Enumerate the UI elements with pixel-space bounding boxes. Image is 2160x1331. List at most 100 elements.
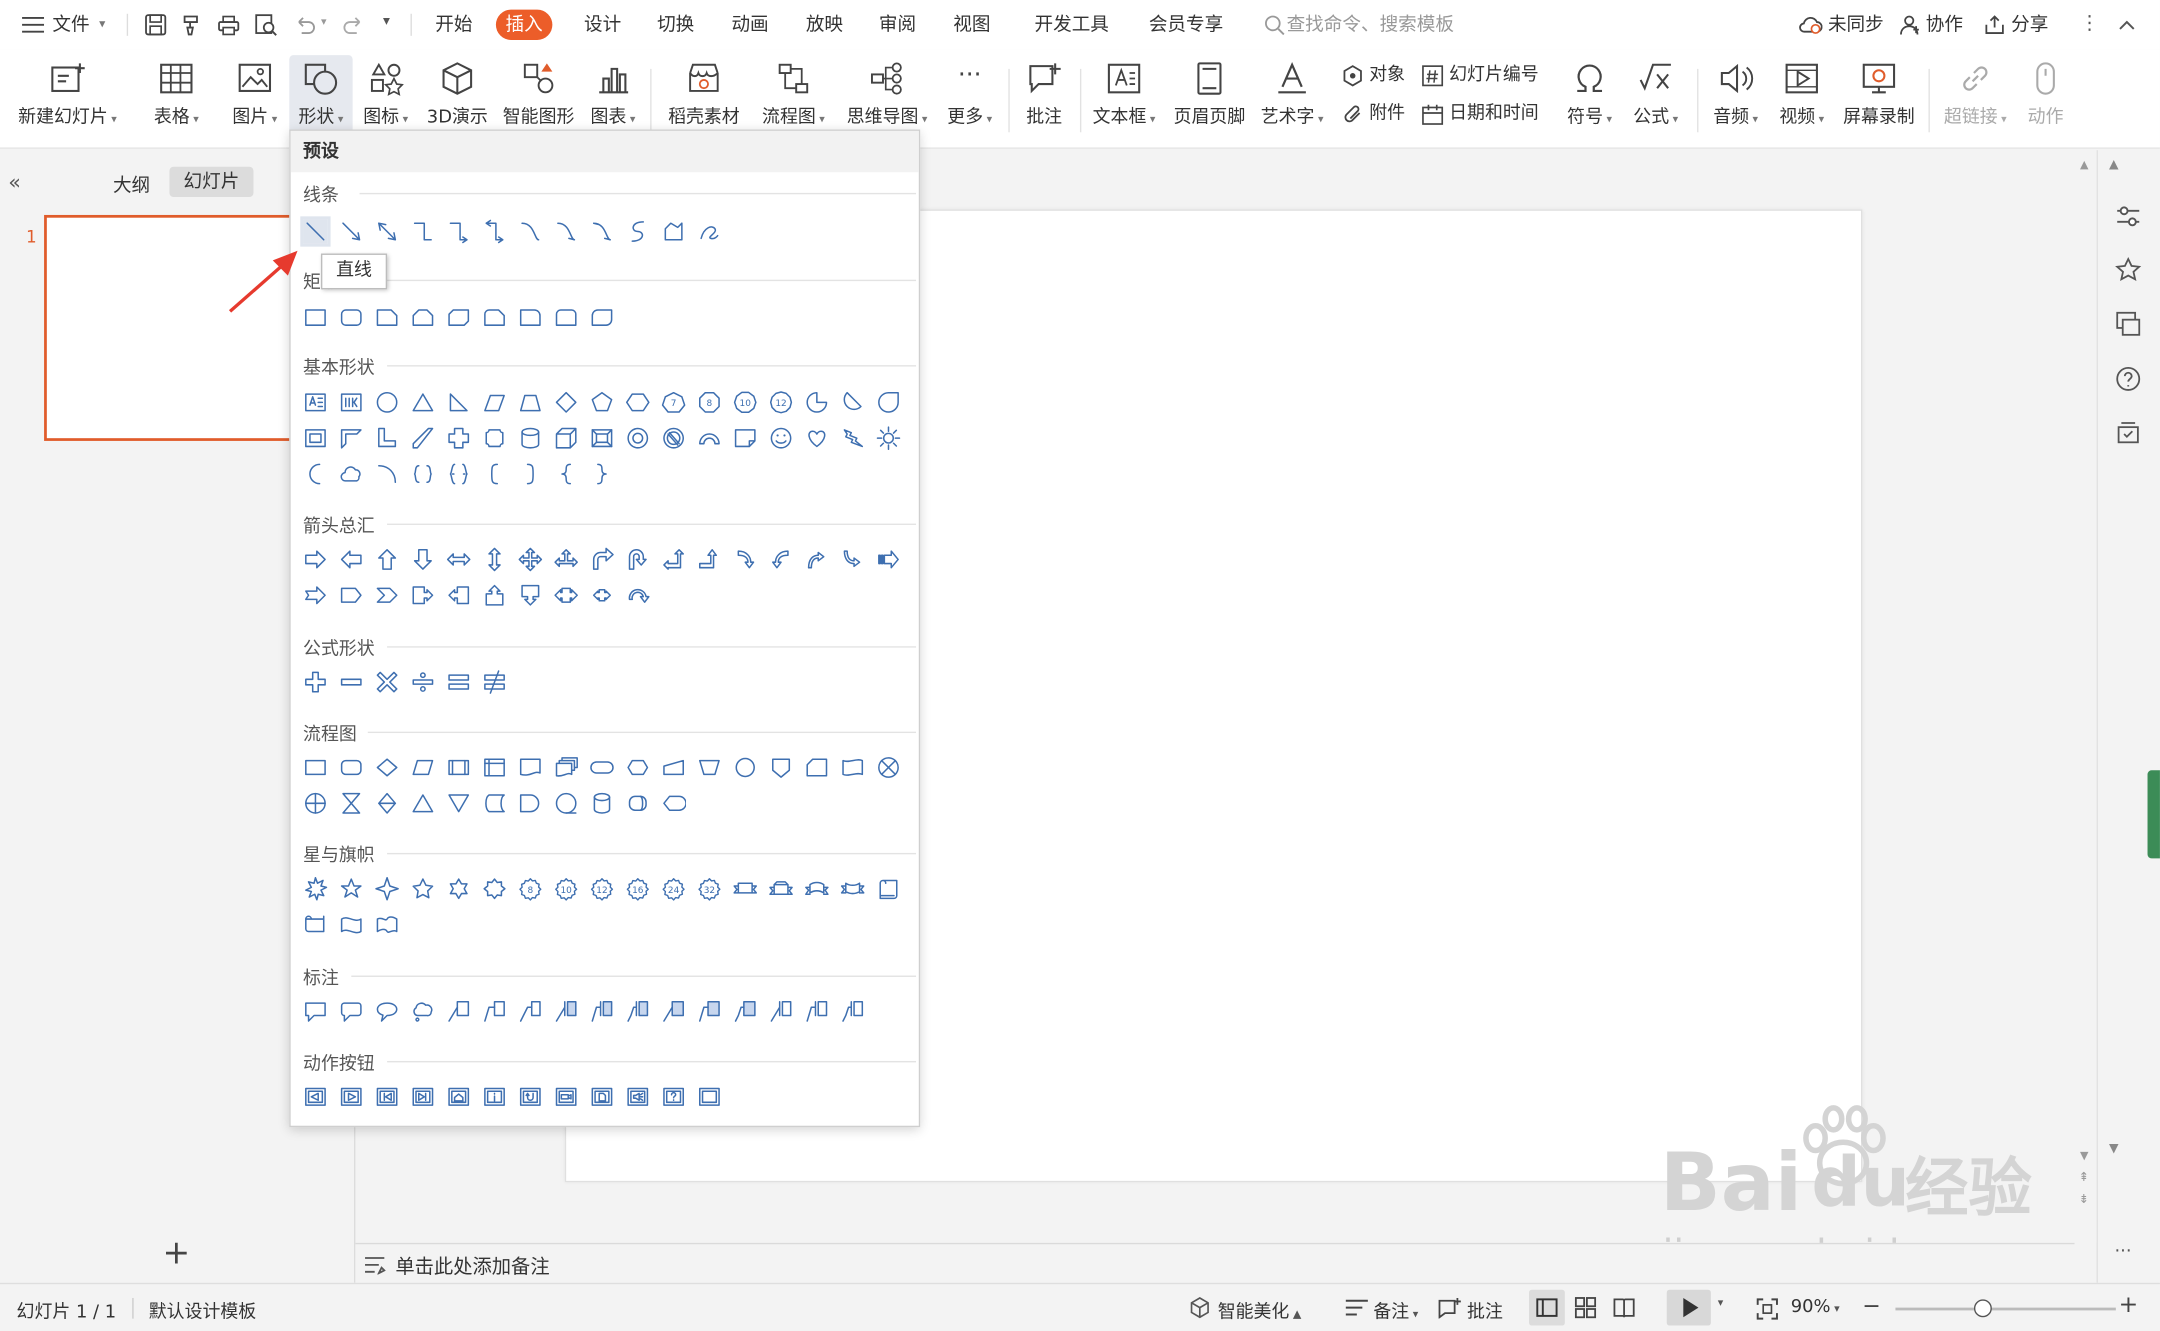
new-slide-button[interactable]: 新建幻灯片 ▾ [11,55,124,140]
shape-flow-manual-operation[interactable] [697,755,722,780]
shape-flow-document[interactable] [518,755,543,780]
tab-home[interactable]: 开始 [435,0,472,50]
shape-decagon[interactable]: 10 [733,390,758,415]
shape-pentagon-arrow[interactable] [339,583,364,608]
print-icon[interactable] [216,12,241,37]
shape-striped-right-arrow[interactable] [876,547,901,572]
shape-hexagon[interactable] [625,390,650,415]
shape-oval[interactable] [375,390,400,415]
zoom-slider-thumb[interactable] [1973,1299,1992,1318]
flowchart-button[interactable]: 流程图 ▾ [755,55,832,140]
more-options-icon[interactable]: ⋮ [2080,12,2099,34]
shape-flow-multidocument[interactable] [554,755,579,780]
shape-right-brace[interactable] [590,462,615,487]
shape-right-bracket[interactable] [518,462,543,487]
shape-star-12[interactable]: 12 [590,876,615,901]
shape-flow-connector[interactable] [733,755,758,780]
shape-multiply[interactable] [375,670,400,695]
shape-curved-double-arrow-connector[interactable] [590,219,615,244]
shape-button[interactable]: 形状 ▾ [289,55,353,141]
shape-block-arc[interactable] [697,426,722,451]
shape-line[interactable] [300,216,331,247]
shape-octagon[interactable]: 8 [697,390,722,415]
audio-button[interactable]: 音频 ▾ [1705,55,1766,140]
tab-slideshow[interactable]: 放映 [806,0,843,50]
tab-insert[interactable]: 插入 [495,9,553,40]
shape-teardrop[interactable] [876,390,901,415]
share-button[interactable]: 分享 [2011,0,2048,50]
shape-oval-callout[interactable] [375,999,400,1024]
shape-border-callout-2[interactable] [697,999,722,1024]
shape-scribble[interactable] [697,219,722,244]
shape-flow-manual-input[interactable] [661,755,686,780]
3d-demo-button[interactable]: 3D演示 [422,55,494,140]
shape-up-down-arrow[interactable] [482,547,507,572]
shape-star-6[interactable] [446,876,471,901]
shape-plaque[interactable] [482,426,507,451]
sync-status[interactable]: 未同步 [1828,0,1884,50]
shape-flow-sequential-access[interactable] [554,791,579,816]
chevron-down-icon[interactable]: ▾ [321,15,327,27]
shape-dodecagon[interactable]: 12 [769,390,794,415]
command-search-input[interactable]: 查找命令、搜索模板 [1287,0,1454,50]
notes-toggle[interactable]: 备注 ▾ [1373,1297,1418,1323]
redo-icon[interactable] [342,12,367,37]
shape-action-movie[interactable] [554,1084,579,1109]
shape-ribbon-down[interactable] [733,876,758,901]
shape-ribbon-up[interactable] [769,876,794,901]
shape-horizontal-scroll[interactable] [303,912,328,937]
shape-heptagon[interactable]: 7 [661,390,686,415]
comment-button[interactable]: 批注 [1017,55,1072,140]
shape-flow-alternate-process[interactable] [339,755,364,780]
shape-left-up-arrow[interactable] [661,547,686,572]
shape-frame[interactable] [303,426,328,451]
scroll-down-icon[interactable]: ▼ [2109,1142,2119,1156]
collapse-ribbon-icon[interactable] [2116,14,2138,36]
shape-parallelogram[interactable] [482,390,507,415]
prev-slide-icon[interactable]: ⇞ [2079,1171,2089,1185]
shape-text-box[interactable] [303,390,328,415]
daoke-material-button[interactable]: 稻壳素材 [661,55,746,140]
shape-no-symbol[interactable] [661,426,686,451]
zoom-slider-track[interactable] [1895,1307,2116,1311]
customize-toolbar-icon[interactable]: ▾ [383,14,390,29]
print-preview-icon[interactable] [253,12,278,37]
shape-accent-border-callout-2[interactable] [804,999,829,1024]
scroll-up-icon[interactable]: ▲ [2080,158,2088,170]
shape-accent-border-callout-1[interactable] [769,999,794,1024]
shape-star-5[interactable] [410,876,435,901]
shape-right-arrow[interactable] [303,547,328,572]
play-slideshow-button[interactable] [1666,1289,1711,1326]
shape-moon[interactable] [303,462,328,487]
shape-accent-border-callout-3[interactable] [840,999,865,1024]
shape-flow-terminator[interactable] [590,755,615,780]
shape-snip-single-corner[interactable] [375,305,400,330]
shape-star-7[interactable] [482,876,507,901]
shape-sun[interactable] [876,426,901,451]
shape-star-32[interactable]: 32 [697,876,722,901]
shape-flow-punched-tape[interactable] [840,755,865,780]
collapse-panel-icon[interactable]: « [8,169,21,194]
shape-flow-summing-junction[interactable] [876,755,901,780]
textbox-button[interactable]: 文本框 ▾ [1088,55,1160,140]
collab-button[interactable]: 协作 [1926,0,1963,50]
shape-diamond[interactable] [554,390,579,415]
shape-border-callout-1[interactable] [661,999,686,1024]
shape-isosceles-triangle[interactable] [410,390,435,415]
shape-lightning-bolt[interactable] [840,426,865,451]
tab-animations[interactable]: 动画 [731,0,768,50]
shape-equal[interactable] [446,670,471,695]
fit-window-icon[interactable] [1755,1297,1780,1322]
tab-view[interactable]: 视图 [953,0,990,50]
shape-curved-right-arrow[interactable] [733,547,758,572]
shape-regular-pentagon[interactable] [590,390,615,415]
shape-left-right-up-arrow[interactable] [554,547,579,572]
hyperlink-button[interactable]: 超链接 ▾ [1937,55,2014,140]
shape-flow-collate[interactable] [339,791,364,816]
shape-flow-predefined-process[interactable] [446,755,471,780]
shape-left-right-arrow[interactable] [446,547,471,572]
shape-cloud-callout[interactable] [410,999,435,1024]
shape-left-bracket[interactable] [482,462,507,487]
table-button[interactable]: 表格 ▾ [146,55,207,140]
backup-icon[interactable] [2114,419,2142,447]
